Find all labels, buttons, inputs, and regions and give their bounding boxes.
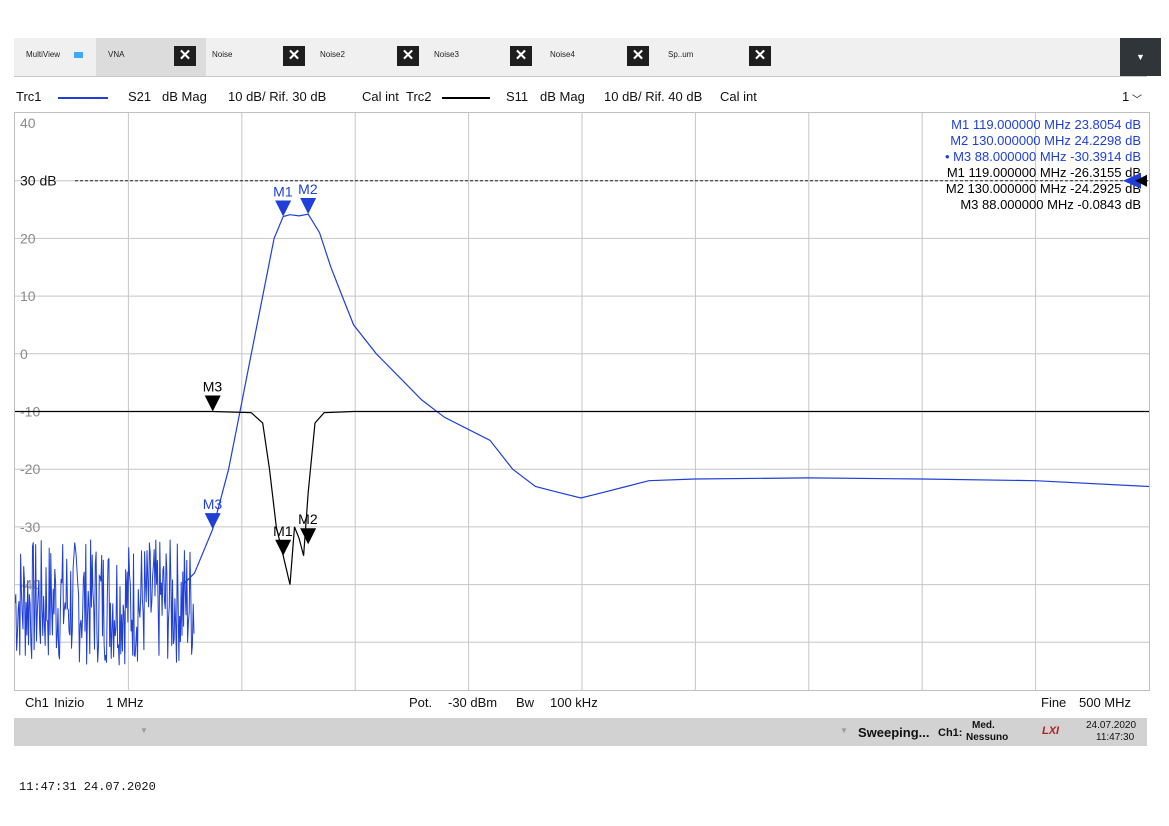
trc1-m2-marker-label: M2 [298, 181, 318, 197]
tab-multiview[interactable]: MultiView [14, 38, 94, 76]
close-icon[interactable]: ✕ [749, 46, 771, 66]
y-tick-label: 20 [20, 230, 36, 246]
tab-label: Noise3 [434, 50, 459, 59]
trc1-noise-floor [14, 539, 195, 666]
tab-label: Noise4 [550, 50, 575, 59]
marker-readout-row[interactable]: M3 88.000000 MHz -0.0843 dB [960, 197, 1141, 212]
tab-noise4[interactable]: Noise4 ✕ [550, 38, 660, 76]
bw-label: Bw [516, 695, 535, 710]
close-icon[interactable]: ✕ [283, 46, 305, 66]
y-tick-label: -30 [20, 519, 40, 535]
trc1-m3-marker-label: M3 [203, 496, 223, 512]
marker-readout-row[interactable]: M1 119.000000 MHz 23.8054 dB [951, 117, 1141, 132]
marker-readout-row[interactable]: M2 130.000000 MHz -24.2925 dB [946, 181, 1141, 196]
y-tick-label: 10 [20, 288, 36, 304]
trc2-legend-line [442, 97, 490, 99]
close-icon[interactable]: ✕ [397, 46, 419, 66]
bw-value[interactable]: 100 kHz [550, 695, 598, 710]
close-icon[interactable]: ✕ [627, 46, 649, 66]
trc2-m3-marker-label: M3 [203, 379, 223, 395]
average-top: Med. [972, 720, 995, 731]
close-icon[interactable]: ✕ [510, 46, 532, 66]
y-tick-label: 30 dB [20, 173, 57, 189]
power-value[interactable]: -30 dBm [448, 695, 497, 710]
close-icon[interactable]: ✕ [174, 46, 196, 66]
trc2-name[interactable]: Trc2 [406, 89, 432, 104]
marker-readout-row[interactable]: • M3 88.000000 MHz -30.3914 dB [945, 149, 1141, 164]
trc2-m2-marker-label: M2 [298, 511, 318, 527]
start-label: Inizio [54, 695, 85, 710]
diagram-area[interactable]: 40 30 dB 20 10 0 -10 -20 -30 -40 M1 M2 M3 M1 M2 M3 M1 1… [14, 112, 1150, 691]
diagram-number[interactable]: 1 [1122, 89, 1129, 104]
tab-spectrum[interactable]: Sp..um ✕ [664, 38, 774, 76]
trc2-m1-marker [275, 539, 292, 556]
tab-label: Noise [212, 50, 233, 59]
trc2-m2-marker [300, 528, 317, 545]
trc1-legend-line [58, 97, 108, 99]
trc2-cal[interactable]: Cal int [720, 89, 757, 104]
sweep-chart[interactable]: 4030 dB20100-10-20-30-40M1 M2M3M1M2M3M1 1… [14, 113, 1150, 690]
tab-bar: MultiView VNA ✕ Noise ✕ Noise2 ✕ Noise3 … [14, 38, 1161, 77]
trc2-m1-marker-label: M1 [273, 523, 293, 539]
tab-label: MultiView [26, 50, 61, 59]
trc1-scale[interactable]: 10 dB/ Rif. 30 dB [228, 89, 326, 104]
trc2-scale[interactable]: 10 dB/ Rif. 40 dB [604, 89, 702, 104]
status-date: 24.07.2020 [1086, 720, 1137, 731]
chevron-down-icon[interactable]: ▼ [840, 726, 848, 735]
tab-label: Sp..um [668, 50, 694, 59]
tab-vna[interactable]: VNA ✕ [96, 38, 206, 76]
tab-label: VNA [108, 50, 125, 59]
start-value[interactable]: 1 MHz [106, 695, 144, 710]
trc1-param[interactable]: S21 [128, 89, 151, 104]
tab-noise[interactable]: Noise ✕ [208, 38, 318, 76]
chevron-down-icon[interactable]: ﹀ [1132, 91, 1142, 106]
trc1-trace [182, 213, 1150, 586]
stop-value[interactable]: 500 MHz [1079, 695, 1131, 710]
marker-readout-row[interactable]: M2 130.000000 MHz 24.2298 dB [950, 133, 1141, 148]
trc1-format[interactable]: dB Mag [162, 89, 207, 104]
marker-readout-row[interactable]: M1 119.000000 MHz -26.3155 dB [947, 165, 1141, 180]
stop-label: Fine [1041, 695, 1067, 710]
trc2-format[interactable]: dB Mag [540, 89, 585, 104]
tab-label: Noise2 [320, 50, 345, 59]
average-bottom: Nessuno [966, 732, 1009, 743]
chevron-down-icon[interactable]: ▼ [140, 726, 148, 735]
lxi-icon: LXI [1042, 725, 1060, 737]
y-tick-label: 0 [20, 346, 28, 362]
trc2-param[interactable]: S11 [506, 89, 528, 104]
status-bar: ▼ ▼ Sweeping... Ch1: Med. Nessuno LXI 24… [14, 718, 1147, 746]
trc1-cal[interactable]: Cal int [362, 89, 399, 104]
capture-timestamp: 11:47:31 24.07.2020 [19, 780, 156, 794]
multiview-icon [74, 52, 83, 58]
sweep-status: Sweeping... [858, 725, 930, 740]
y-tick-label: -20 [20, 461, 40, 477]
y-tick-label: 40 [20, 115, 36, 131]
menu-button[interactable]: ▼ [1120, 38, 1161, 76]
tab-noise2[interactable]: Noise2 ✕ [320, 38, 430, 76]
trc2-m3-marker [204, 395, 221, 412]
trc1-m2-marker [300, 197, 317, 214]
channel-label: Ch1 [25, 695, 49, 710]
trc1-m1-marker [275, 200, 292, 217]
chevron-down-icon: ▼ [1136, 52, 1145, 62]
channel-status: Ch1: [938, 727, 963, 739]
tab-noise3[interactable]: Noise3 ✕ [434, 38, 544, 76]
trc1-m1-marker-label: M1 [273, 183, 293, 199]
channel-bar: Ch1 Inizio 1 MHz Pot. -30 dBm Bw 100 kHz… [14, 692, 1147, 714]
status-time: 11:47:30 [1096, 732, 1135, 743]
trc1-name[interactable]: Trc1 [16, 89, 42, 104]
trace-info-bar: Trc1 S21 dB Mag 10 dB/ Rif. 30 dB Cal in… [14, 86, 1147, 108]
power-label: Pot. [409, 695, 433, 710]
